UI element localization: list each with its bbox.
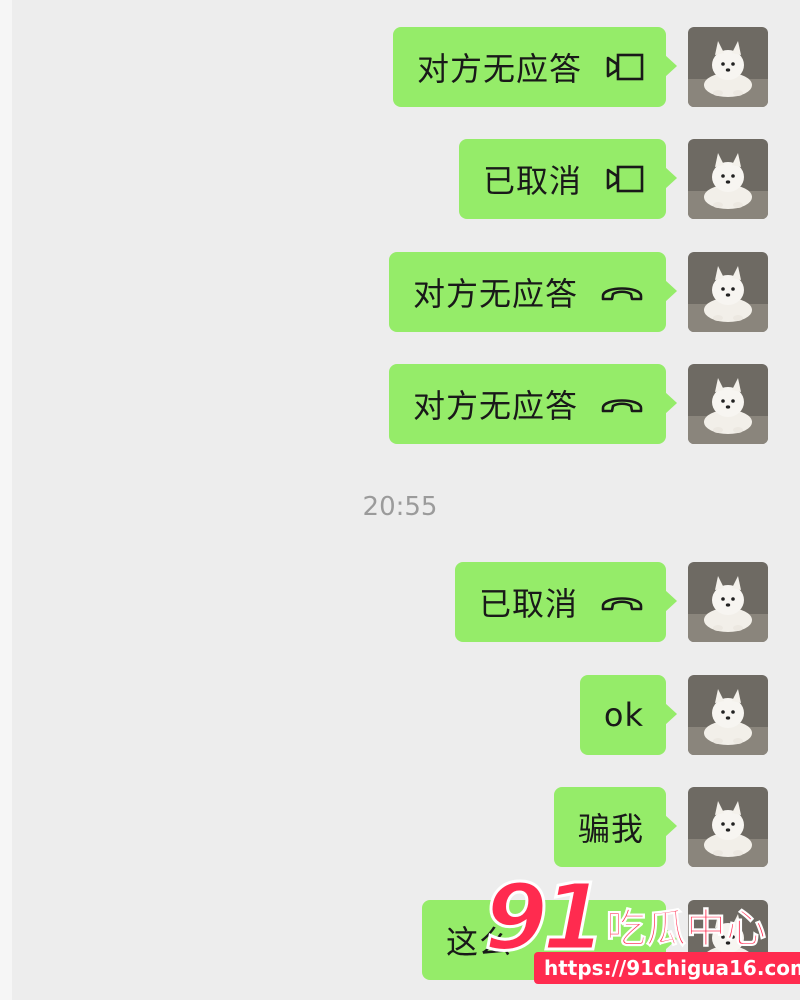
avatar[interactable]: [688, 364, 768, 444]
message-row: ok: [579, 675, 768, 755]
white-dog-avatar-icon: [688, 364, 768, 444]
message-row: 骗我: [553, 787, 768, 867]
timestamp-text: 20:55: [362, 492, 438, 522]
avatar[interactable]: [688, 787, 768, 867]
message-text: 已取消: [482, 162, 582, 200]
watermark-site-name: 吃瓜中心: [606, 906, 767, 953]
text-message-bubble[interactable]: ok: [579, 675, 678, 755]
chat-window: 对方无应答 已取消 对方无应答 对方无应答 20:55 已取消 ok 骗我 这么…: [0, 0, 800, 1000]
phone-hangup-icon: [600, 590, 644, 614]
message-text: 对方无应答: [412, 275, 578, 313]
message-row: 已取消: [454, 562, 768, 642]
avatar[interactable]: [688, 27, 768, 107]
site-watermark: 91 吃瓜中心 https://91chigua16.com: [482, 864, 800, 992]
phone-hangup-icon: [600, 392, 644, 416]
call-record-bubble[interactable]: 已取消: [458, 139, 678, 219]
message-text: 对方无应答: [416, 50, 582, 88]
message-text: 骗我: [577, 810, 644, 848]
call-record-bubble[interactable]: 对方无应答: [388, 364, 678, 444]
white-dog-avatar-icon: [688, 562, 768, 642]
watermark-url: https://91chigua16.com: [534, 952, 800, 984]
white-dog-avatar-icon: [688, 252, 768, 332]
message-row: 已取消: [458, 139, 768, 219]
avatar[interactable]: [688, 675, 768, 755]
call-record-bubble[interactable]: 已取消: [454, 562, 678, 642]
avatar[interactable]: [688, 562, 768, 642]
message-timestamp: 20:55: [0, 492, 800, 522]
text-message-bubble[interactable]: 骗我: [553, 787, 678, 867]
watermark-logo-number: 91: [482, 864, 607, 971]
call-record-bubble[interactable]: 对方无应答: [392, 27, 678, 107]
video-call-icon: [604, 165, 644, 193]
message-row: 对方无应答: [388, 364, 768, 444]
avatar[interactable]: [688, 252, 768, 332]
call-record-bubble[interactable]: 对方无应答: [388, 252, 678, 332]
white-dog-avatar-icon: [688, 27, 768, 107]
message-text: ok: [603, 696, 644, 734]
white-dog-avatar-icon: [688, 675, 768, 755]
phone-hangup-icon: [600, 280, 644, 304]
message-text: 对方无应答: [412, 387, 578, 425]
video-call-icon: [604, 53, 644, 81]
white-dog-avatar-icon: [688, 787, 768, 867]
message-row: 对方无应答: [388, 252, 768, 332]
message-row: 对方无应答: [392, 27, 768, 107]
white-dog-avatar-icon: [688, 139, 768, 219]
message-text: 已取消: [478, 585, 578, 623]
avatar[interactable]: [688, 139, 768, 219]
